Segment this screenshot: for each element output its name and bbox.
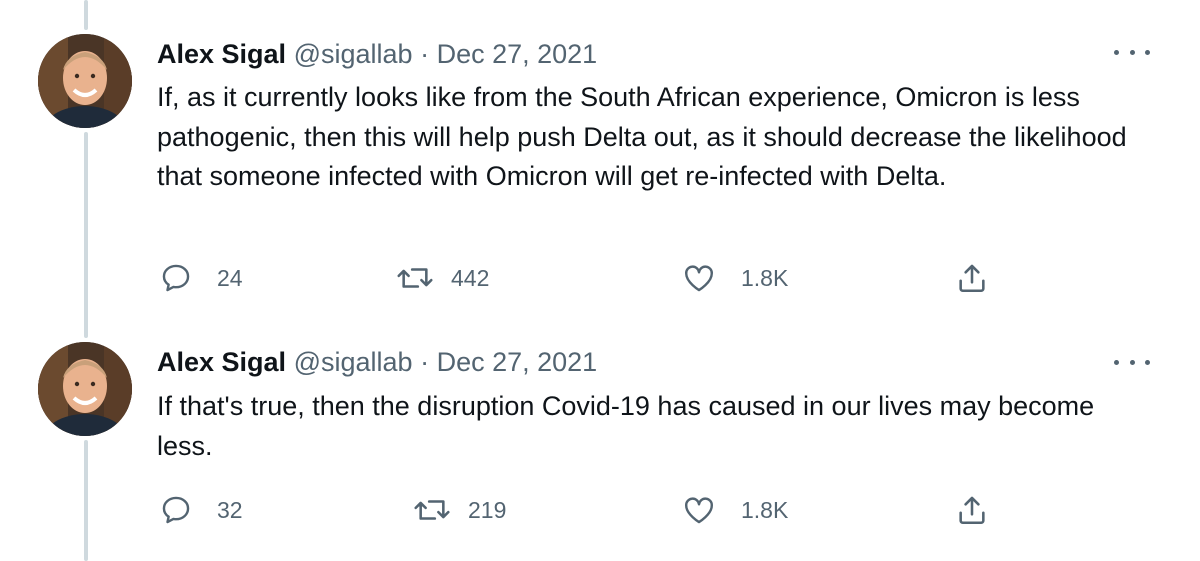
tweet-actions: 32 219 1.8K	[157, 492, 1037, 528]
share-button[interactable]	[955, 492, 989, 528]
reply-icon	[162, 496, 190, 524]
share-icon	[959, 496, 985, 525]
tweet-text: If that's true, then the disruption Covi…	[157, 391, 1095, 461]
author-handle[interactable]: @sigallab	[294, 347, 413, 377]
tweet[interactable]: Alex Sigal @sigallab · Dec 27, 2021 If t…	[0, 0, 1200, 561]
avatar[interactable]	[38, 342, 132, 436]
retweet-icon	[414, 500, 450, 520]
retweet-count: 219	[468, 496, 507, 523]
like-button[interactable]: 1.8K	[681, 492, 788, 528]
tweet-date[interactable]: Dec 27, 2021	[437, 347, 598, 377]
author-name[interactable]: Alex Sigal	[157, 347, 286, 377]
separator: ·	[420, 347, 430, 377]
reply-count: 32	[217, 496, 243, 523]
reply-button[interactable]: 32	[159, 492, 243, 528]
like-icon	[685, 497, 713, 524]
retweet-button[interactable]: 219	[412, 492, 506, 528]
like-count: 1.8K	[741, 496, 789, 523]
tweet-header: Alex Sigal @sigallab · Dec 27, 2021	[157, 346, 597, 378]
more-icon[interactable]	[1114, 352, 1150, 372]
